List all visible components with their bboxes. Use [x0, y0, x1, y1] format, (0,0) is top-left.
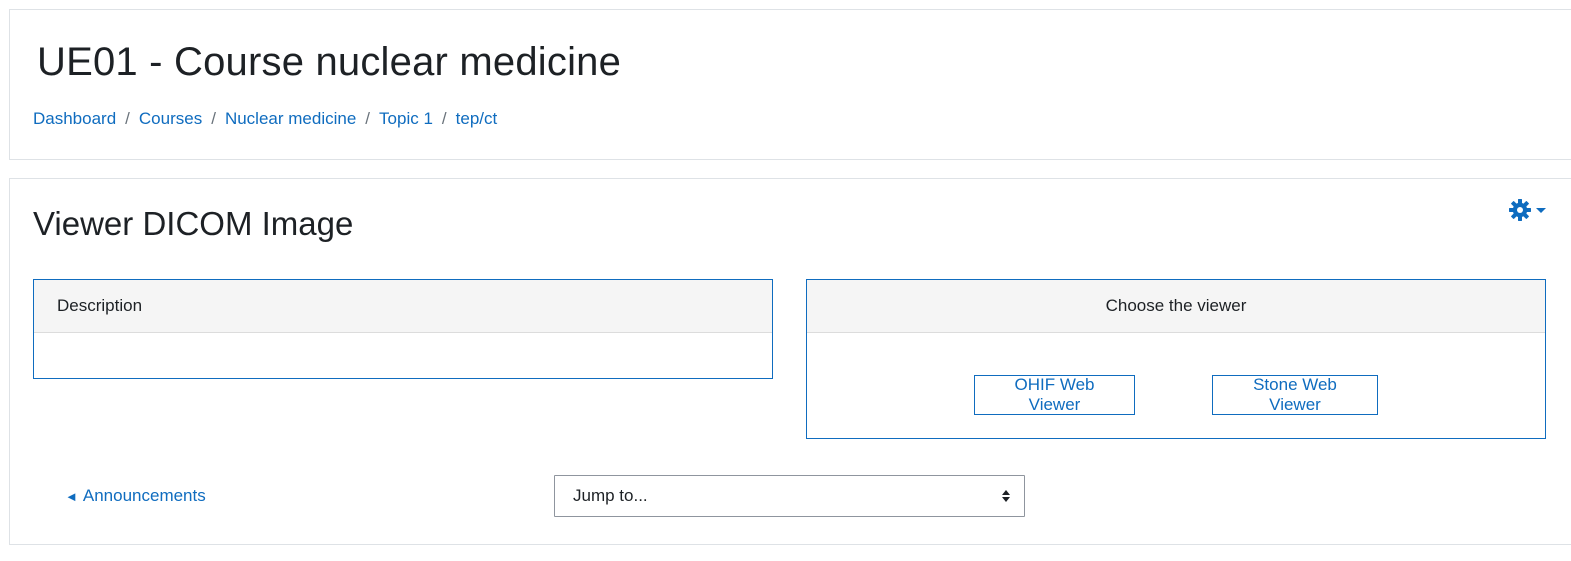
- activity-title: Viewer DICOM Image: [33, 205, 354, 242]
- viewer-panel: Choose the viewer OHIF Web Viewer Stone …: [806, 279, 1546, 439]
- breadcrumb: Dashboard / Courses / Nuclear medicine /…: [33, 109, 497, 129]
- breadcrumb-tep-ct[interactable]: tep/ct: [456, 109, 498, 129]
- breadcrumb-nuclear-medicine[interactable]: Nuclear medicine: [225, 109, 356, 129]
- breadcrumb-separator: /: [441, 109, 447, 128]
- viewer-heading: Choose the viewer: [807, 280, 1545, 333]
- main-content: Viewer DICOM Image Description Choose th…: [9, 178, 1571, 545]
- previous-activity-link[interactable]: ◄ Announcements: [65, 486, 206, 506]
- page-title: UE01 - Course nuclear medicine: [37, 40, 622, 84]
- description-panel: Description: [33, 279, 773, 379]
- gear-icon: [1509, 199, 1531, 221]
- page-header: UE01 - Course nuclear medicine Dashboard…: [9, 9, 1571, 160]
- breadcrumb-courses[interactable]: Courses: [139, 109, 202, 129]
- breadcrumb-separator: /: [365, 109, 371, 128]
- settings-menu-button[interactable]: [1508, 197, 1554, 223]
- breadcrumb-topic-1[interactable]: Topic 1: [379, 109, 433, 129]
- breadcrumb-separator: /: [211, 109, 216, 128]
- page: UE01 - Course nuclear medicine Dashboard…: [0, 0, 1571, 561]
- stone-web-viewer-button[interactable]: Stone Web Viewer: [1212, 375, 1378, 415]
- select-arrows-icon: [1002, 490, 1010, 502]
- chevron-down-icon: [1536, 207, 1546, 213]
- jump-to-value: Jump to...: [573, 486, 648, 505]
- breadcrumb-dashboard[interactable]: Dashboard: [33, 109, 116, 129]
- jump-to-select[interactable]: Jump to...: [554, 475, 1025, 517]
- description-heading: Description: [34, 280, 772, 333]
- ohif-web-viewer-button[interactable]: OHIF Web Viewer: [974, 375, 1135, 415]
- breadcrumb-separator: /: [125, 109, 130, 128]
- arrow-left-icon: ◄: [65, 488, 78, 504]
- previous-activity-label: Announcements: [82, 486, 206, 505]
